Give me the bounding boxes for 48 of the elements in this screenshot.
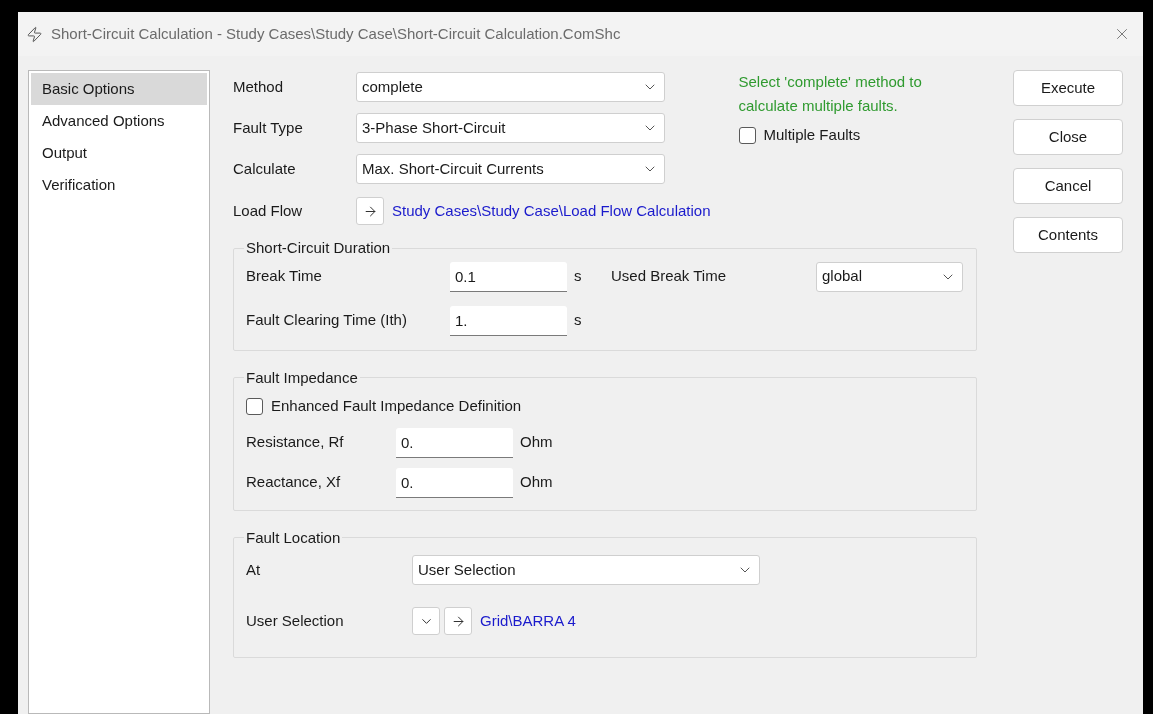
dropdown[interactable]: global (816, 261, 963, 292)
dialog-button[interactable]: Contents (1013, 217, 1123, 253)
field-label: User Selection (246, 610, 345, 631)
sidebar-item[interactable]: Verification (31, 169, 207, 201)
field-label: s (574, 266, 583, 287)
group-title: Short-Circuit Duration (245, 238, 392, 258)
group-title: Fault Impedance (245, 367, 359, 388)
dialog-button[interactable]: Execute (1013, 70, 1123, 106)
field-label: Load Flow (233, 200, 304, 221)
field-label: s (574, 310, 582, 331)
window-title: Short-Circuit Calculation - Study Cases\Study Case\Short-Circuit Calculation.ComShc (51, 23, 621, 44)
dropdown[interactable]: complete (356, 72, 665, 102)
arrow-button[interactable] (356, 197, 384, 225)
field-label: Used Break Time (611, 266, 728, 287)
hint-text: Select 'complete' method to calculate multiple faults. (738, 72, 923, 116)
checkbox-label: Enhanced Fault Impedance Definition (271, 396, 522, 416)
dropdown[interactable]: User Selection (412, 555, 760, 585)
sidebar-item[interactable]: Output (31, 137, 207, 169)
field-label: Fault Clearing Time (Ith) (246, 310, 408, 331)
field-label: Break Time (246, 266, 323, 287)
arrow-right-icon (450, 613, 466, 629)
lightning-icon (26, 25, 43, 43)
arrow-button[interactable] (444, 607, 472, 635)
checkbox[interactable] (738, 126, 756, 144)
field-label: Ohm (520, 472, 553, 493)
impedance-field[interactable]: 0. (396, 427, 513, 458)
dropdown[interactable]: Max. Short-Circuit Currents (356, 154, 665, 184)
field-label: Resistance, Rf (246, 432, 345, 453)
field-label: Method (233, 76, 285, 97)
arrow-right-icon (362, 203, 378, 219)
break-time-field[interactable]: 0.1 (450, 261, 567, 292)
field-label: Fault Type (233, 117, 304, 138)
checkbox-label: Multiple Faults (763, 125, 861, 145)
sidebar-item[interactable]: Basic Options (31, 73, 207, 105)
field-label: At (246, 559, 262, 580)
dropdown[interactable]: 3-Phase Short-Circuit (356, 113, 665, 143)
dialog-button[interactable]: Close (1013, 119, 1123, 155)
field-label: Ohm (520, 432, 553, 453)
checkbox[interactable] (246, 397, 263, 415)
sidebar-item[interactable]: Advanced Options (31, 105, 207, 137)
field-label: Reactance, Xf (246, 472, 342, 493)
field-label: Calculate (233, 158, 297, 179)
dialog-button[interactable]: Cancel (1013, 168, 1123, 204)
impedance-field[interactable]: 0. (396, 467, 513, 498)
group-title: Fault Location (245, 527, 342, 548)
user-selection-link[interactable]: Grid\BARRA 4 (480, 609, 576, 633)
clearing-time-field[interactable]: 1. (450, 305, 567, 336)
load-flow-link[interactable]: Study Cases\Study Case\Load Flow Calculation (392, 199, 711, 223)
